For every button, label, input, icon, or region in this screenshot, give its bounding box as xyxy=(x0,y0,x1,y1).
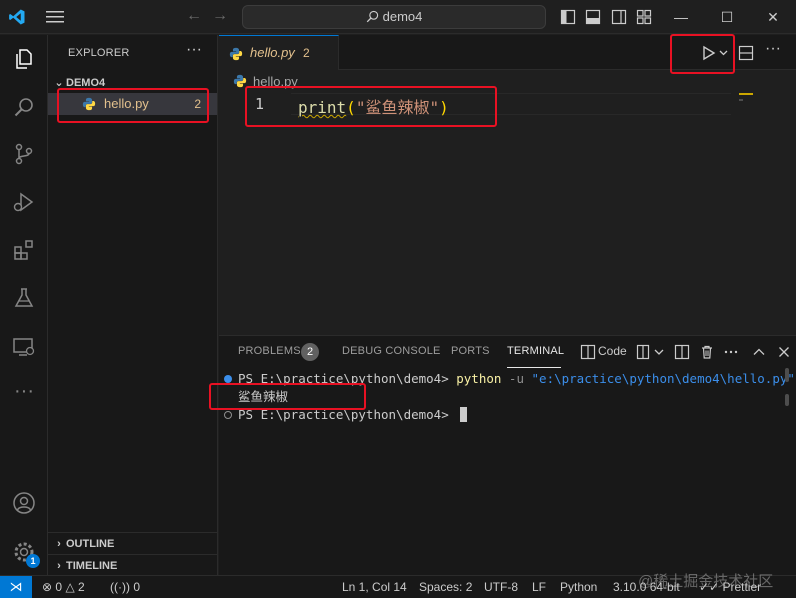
minimize-button[interactable]: — xyxy=(658,0,704,34)
chevron-down-icon[interactable] xyxy=(651,344,667,360)
encoding[interactable]: UTF-8 xyxy=(484,576,518,598)
tab-terminal[interactable]: TERMINAL xyxy=(507,345,564,357)
chevron-right-icon: › xyxy=(57,538,61,550)
search-icon[interactable] xyxy=(12,95,36,119)
timeline-label: TIMELINE xyxy=(66,560,118,572)
problems-status[interactable]: ⊗ 0 △ 2 xyxy=(42,576,85,598)
highlight-box-explorer-file xyxy=(57,88,209,123)
editor-area: hello.py 2 ··· hello.py 1 print("鲨鱼辣椒") xyxy=(219,35,796,335)
tab-debug-console[interactable]: DEBUG CONSOLE xyxy=(342,345,441,357)
close-button[interactable]: ✕ xyxy=(750,0,796,34)
command-path: "e:\practice\python\demo4\hello.py" xyxy=(531,371,795,386)
language-mode[interactable]: Python xyxy=(560,576,597,598)
chevron-right-icon: › xyxy=(57,560,61,572)
more-views-icon[interactable]: ··· xyxy=(12,381,36,407)
account-icon[interactable] xyxy=(12,491,36,515)
warning-icon: △ xyxy=(65,580,75,594)
command-center-text: demo4 xyxy=(382,9,423,24)
active-tab-indicator xyxy=(507,367,561,368)
tab-hello-py[interactable]: hello.py 2 xyxy=(219,35,339,70)
warning-count: 2 xyxy=(78,580,85,594)
timeline-section[interactable]: › TIMELINE xyxy=(48,554,217,576)
split-terminal-icon[interactable] xyxy=(674,344,690,360)
forward-arrow-icon[interactable]: → xyxy=(212,8,228,24)
problems-count-badge: 2 xyxy=(301,343,319,361)
end-of-line[interactable]: LF xyxy=(532,576,546,598)
command-center-search[interactable]: demo4 xyxy=(242,5,546,29)
sidebar-title: EXPLORER xyxy=(68,47,130,59)
split-editor-icon[interactable] xyxy=(738,45,754,61)
toggle-secondary-sidebar-icon[interactable] xyxy=(611,9,627,25)
ports-status[interactable]: ((·)) 0 xyxy=(110,576,140,598)
menu-icon[interactable] xyxy=(46,10,64,24)
new-terminal-split-icon[interactable] xyxy=(636,344,652,360)
remote-explorer-icon[interactable] xyxy=(12,335,36,359)
manage-gear-icon[interactable]: 1 xyxy=(12,540,40,568)
customize-layout-icon[interactable] xyxy=(636,9,652,25)
vscode-logo-icon xyxy=(9,9,25,25)
activity-bar: ··· 1 xyxy=(0,35,48,575)
accounts-badge: 1 xyxy=(26,554,40,568)
remote-indicator-icon[interactable]: ⋊ xyxy=(0,576,32,598)
command-decoration-icon xyxy=(224,375,232,383)
tab-problem-count: 2 xyxy=(303,46,310,60)
toggle-panel-icon[interactable] xyxy=(585,9,601,25)
tab-ports[interactable]: PORTS xyxy=(451,345,490,357)
error-icon: ⊗ xyxy=(42,580,53,594)
command-flag: -u xyxy=(501,371,532,386)
indentation[interactable]: Spaces: 2 xyxy=(419,576,472,598)
python-file-icon xyxy=(229,47,243,61)
extensions-icon[interactable] xyxy=(12,238,36,262)
ports-count: 0 xyxy=(133,580,141,594)
terminal-cursor xyxy=(460,407,468,422)
terminal-panel-icon[interactable] xyxy=(580,344,596,360)
broadcast-icon: ((·)) xyxy=(110,580,130,594)
close-panel-icon[interactable] xyxy=(776,344,792,360)
terminal-scrollbar[interactable] xyxy=(785,368,789,382)
maximize-button[interactable]: ☐ xyxy=(704,0,750,34)
minimap-line xyxy=(739,93,753,95)
bottom-panel: PROBLEMS 2 DEBUG CONSOLE PORTS TERMINAL … xyxy=(219,335,796,575)
explorer-icon[interactable] xyxy=(12,47,36,71)
command: python xyxy=(456,371,502,386)
terminal-scrollbar-mark xyxy=(785,394,789,406)
back-arrow-icon[interactable]: ← xyxy=(186,8,202,24)
highlight-box-terminal-output xyxy=(209,383,366,410)
cursor-position[interactable]: Ln 1, Col 14 xyxy=(342,576,407,598)
tab-problems[interactable]: PROBLEMS xyxy=(238,345,301,357)
testing-flask-icon[interactable] xyxy=(12,286,36,310)
highlight-box-run-button xyxy=(670,34,735,74)
outline-section[interactable]: › OUTLINE xyxy=(48,532,217,554)
editor-more-actions-icon[interactable]: ··· xyxy=(765,40,785,60)
command-decoration-icon xyxy=(224,411,232,419)
maximize-panel-chevron-up-icon[interactable] xyxy=(751,344,767,360)
highlight-box-code xyxy=(245,86,497,127)
run-and-debug-icon[interactable] xyxy=(12,190,36,214)
error-count: 0 xyxy=(55,580,63,594)
sidebar-more-actions-icon[interactable]: ··· xyxy=(186,41,202,59)
watermark: @稀土掘金技术社区 xyxy=(638,573,774,590)
title-bar: ← → demo4 — ☐ ✕ xyxy=(0,0,796,34)
trash-icon[interactable] xyxy=(699,344,715,360)
more-actions-icon[interactable] xyxy=(723,344,739,360)
minimap-line xyxy=(739,99,743,101)
source-control-icon[interactable] xyxy=(12,142,36,166)
search-icon xyxy=(366,10,378,23)
terminal-profile-label[interactable]: Code xyxy=(598,344,627,358)
outline-label: OUTLINE xyxy=(66,538,115,550)
tab-label: hello.py xyxy=(250,45,295,60)
toggle-primary-sidebar-icon[interactable] xyxy=(560,9,576,25)
